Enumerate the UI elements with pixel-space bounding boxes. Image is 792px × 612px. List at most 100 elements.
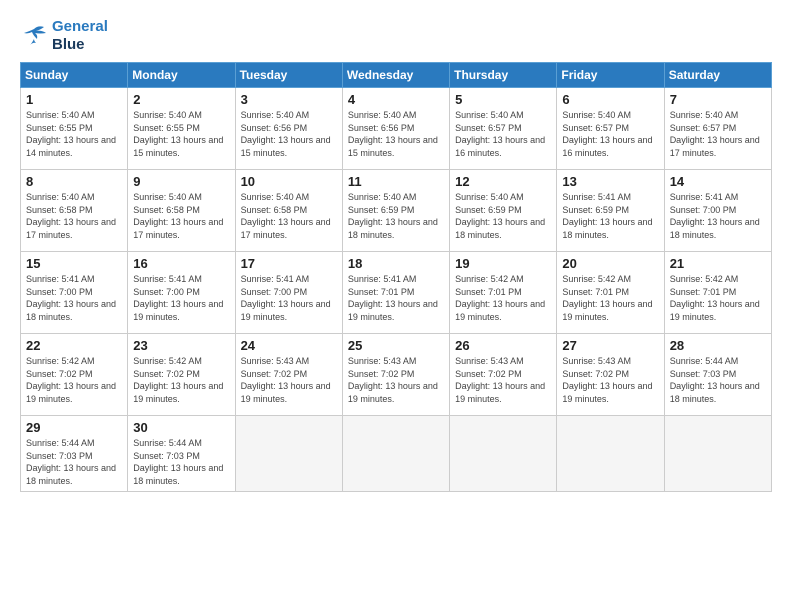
day-number: 13 [562,174,658,189]
day-info: Sunrise: 5:40 AM Sunset: 6:59 PM Dayligh… [455,191,551,241]
daylight-label: Daylight: 13 hours and 17 minutes. [26,217,116,240]
sunrise-label: Sunrise: 5:40 AM [670,110,739,120]
sunset-label: Sunset: 7:01 PM [348,287,415,297]
sunset-label: Sunset: 7:00 PM [133,287,200,297]
day-number: 4 [348,92,444,107]
sunset-label: Sunset: 6:59 PM [455,205,522,215]
weekday-header: Friday [557,63,664,88]
day-number: 18 [348,256,444,271]
daylight-label: Daylight: 13 hours and 19 minutes. [133,381,223,404]
day-number: 3 [241,92,337,107]
day-number: 11 [348,174,444,189]
sunset-label: Sunset: 7:02 PM [133,369,200,379]
day-number: 7 [670,92,766,107]
daylight-label: Daylight: 13 hours and 19 minutes. [562,299,652,322]
sunrise-label: Sunrise: 5:40 AM [455,110,524,120]
calendar-cell: 25 Sunrise: 5:43 AM Sunset: 7:02 PM Dayl… [342,334,449,416]
sunrise-label: Sunrise: 5:40 AM [26,192,95,202]
day-info: Sunrise: 5:41 AM Sunset: 7:00 PM Dayligh… [133,273,229,323]
daylight-label: Daylight: 13 hours and 19 minutes. [455,299,545,322]
calendar-cell: 13 Sunrise: 5:41 AM Sunset: 6:59 PM Dayl… [557,170,664,252]
logo-text: General Blue [52,18,108,54]
daylight-label: Daylight: 13 hours and 19 minutes. [26,381,116,404]
sunset-label: Sunset: 7:02 PM [348,369,415,379]
sunset-label: Sunset: 7:02 PM [455,369,522,379]
day-info: Sunrise: 5:42 AM Sunset: 7:01 PM Dayligh… [670,273,766,323]
calendar-week-row: 8 Sunrise: 5:40 AM Sunset: 6:58 PM Dayli… [21,170,772,252]
sunset-label: Sunset: 6:57 PM [670,123,737,133]
day-info: Sunrise: 5:40 AM Sunset: 6:55 PM Dayligh… [133,109,229,159]
sunset-label: Sunset: 7:01 PM [562,287,629,297]
daylight-label: Daylight: 13 hours and 19 minutes. [670,299,760,322]
calendar-cell: 20 Sunrise: 5:42 AM Sunset: 7:01 PM Dayl… [557,252,664,334]
day-number: 26 [455,338,551,353]
daylight-label: Daylight: 13 hours and 15 minutes. [133,135,223,158]
day-info: Sunrise: 5:42 AM Sunset: 7:01 PM Dayligh… [455,273,551,323]
sunrise-label: Sunrise: 5:42 AM [562,274,631,284]
sunset-label: Sunset: 7:01 PM [455,287,522,297]
sunset-label: Sunset: 7:02 PM [562,369,629,379]
day-number: 20 [562,256,658,271]
sunrise-label: Sunrise: 5:43 AM [348,356,417,366]
day-info: Sunrise: 5:41 AM Sunset: 6:59 PM Dayligh… [562,191,658,241]
calendar-cell: 15 Sunrise: 5:41 AM Sunset: 7:00 PM Dayl… [21,252,128,334]
day-number: 29 [26,420,122,435]
day-number: 22 [26,338,122,353]
day-number: 10 [241,174,337,189]
calendar-cell: 8 Sunrise: 5:40 AM Sunset: 6:58 PM Dayli… [21,170,128,252]
day-number: 16 [133,256,229,271]
sunset-label: Sunset: 7:02 PM [241,369,308,379]
page: General Blue SundayMondayTuesdayWednesda… [0,0,792,612]
calendar-cell: 16 Sunrise: 5:41 AM Sunset: 7:00 PM Dayl… [128,252,235,334]
logo-icon [20,25,48,47]
day-info: Sunrise: 5:43 AM Sunset: 7:02 PM Dayligh… [455,355,551,405]
day-info: Sunrise: 5:40 AM Sunset: 6:55 PM Dayligh… [26,109,122,159]
calendar-week-row: 22 Sunrise: 5:42 AM Sunset: 7:02 PM Dayl… [21,334,772,416]
daylight-label: Daylight: 13 hours and 15 minutes. [348,135,438,158]
calendar-cell: 5 Sunrise: 5:40 AM Sunset: 6:57 PM Dayli… [450,88,557,170]
sunrise-label: Sunrise: 5:41 AM [348,274,417,284]
daylight-label: Daylight: 13 hours and 19 minutes. [348,299,438,322]
daylight-label: Daylight: 13 hours and 18 minutes. [26,299,116,322]
logo: General Blue [20,18,108,54]
sunrise-label: Sunrise: 5:40 AM [133,192,202,202]
sunset-label: Sunset: 6:56 PM [348,123,415,133]
daylight-label: Daylight: 13 hours and 16 minutes. [562,135,652,158]
day-number: 9 [133,174,229,189]
daylight-label: Daylight: 13 hours and 17 minutes. [670,135,760,158]
daylight-label: Daylight: 13 hours and 17 minutes. [241,217,331,240]
day-info: Sunrise: 5:41 AM Sunset: 7:00 PM Dayligh… [26,273,122,323]
day-number: 5 [455,92,551,107]
sunrise-label: Sunrise: 5:42 AM [455,274,524,284]
sunrise-label: Sunrise: 5:44 AM [670,356,739,366]
sunset-label: Sunset: 6:56 PM [241,123,308,133]
day-number: 6 [562,92,658,107]
sunrise-label: Sunrise: 5:40 AM [26,110,95,120]
calendar-cell [450,416,557,492]
day-number: 15 [26,256,122,271]
sunset-label: Sunset: 7:00 PM [26,287,93,297]
sunset-label: Sunset: 6:55 PM [26,123,93,133]
daylight-label: Daylight: 13 hours and 19 minutes. [241,381,331,404]
sunrise-label: Sunrise: 5:40 AM [562,110,631,120]
day-number: 24 [241,338,337,353]
sunrise-label: Sunrise: 5:41 AM [241,274,310,284]
calendar-body: 1 Sunrise: 5:40 AM Sunset: 6:55 PM Dayli… [21,88,772,492]
day-info: Sunrise: 5:44 AM Sunset: 7:03 PM Dayligh… [133,437,229,487]
calendar-cell: 7 Sunrise: 5:40 AM Sunset: 6:57 PM Dayli… [664,88,771,170]
day-number: 2 [133,92,229,107]
calendar-cell: 21 Sunrise: 5:42 AM Sunset: 7:01 PM Dayl… [664,252,771,334]
calendar-cell: 23 Sunrise: 5:42 AM Sunset: 7:02 PM Dayl… [128,334,235,416]
daylight-label: Daylight: 13 hours and 19 minutes. [348,381,438,404]
calendar-week-row: 29 Sunrise: 5:44 AM Sunset: 7:03 PM Dayl… [21,416,772,492]
daylight-label: Daylight: 13 hours and 18 minutes. [562,217,652,240]
sunrise-label: Sunrise: 5:43 AM [562,356,631,366]
sunrise-label: Sunrise: 5:41 AM [562,192,631,202]
sunset-label: Sunset: 6:58 PM [133,205,200,215]
day-number: 30 [133,420,229,435]
calendar-table: SundayMondayTuesdayWednesdayThursdayFrid… [20,62,772,492]
sunrise-label: Sunrise: 5:42 AM [133,356,202,366]
weekday-header: Wednesday [342,63,449,88]
weekday-header: Saturday [664,63,771,88]
day-info: Sunrise: 5:41 AM Sunset: 7:00 PM Dayligh… [241,273,337,323]
